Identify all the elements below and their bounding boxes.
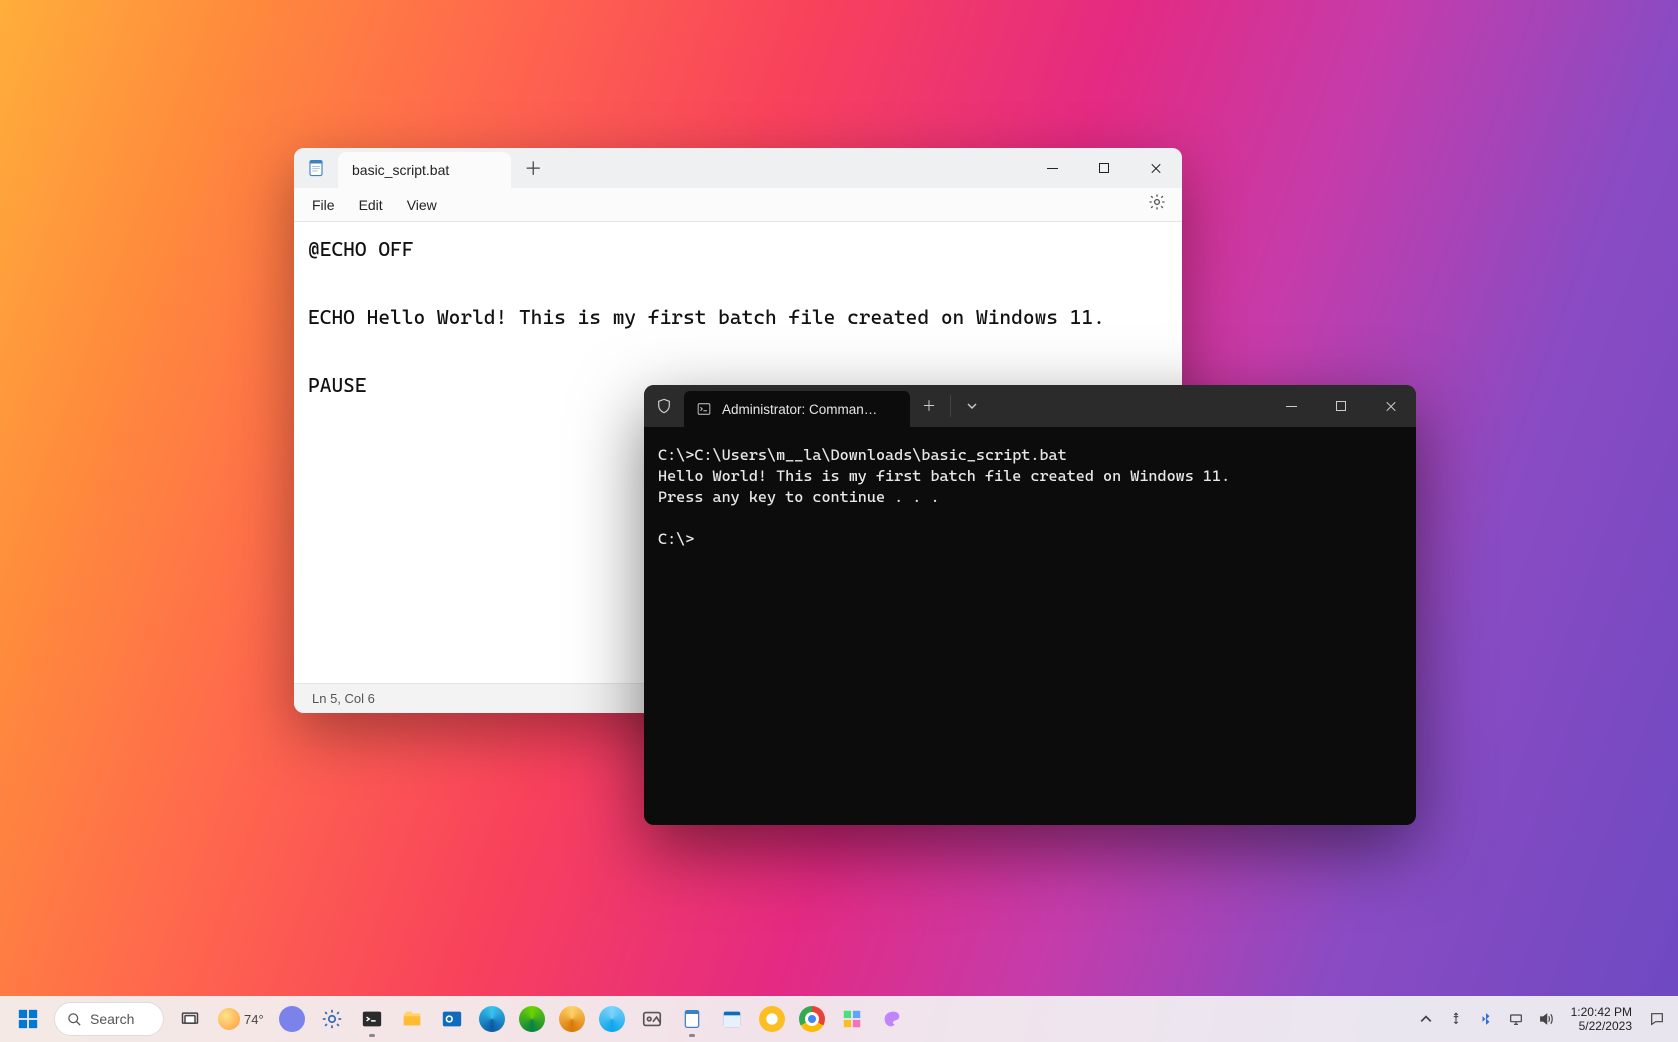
new-tab-button[interactable]: ＋ — [511, 148, 555, 188]
terminal-window: Administrator: Command Pro ＋ C:\>C:\User… — [644, 385, 1416, 825]
tray-bluetooth-icon[interactable] — [1473, 999, 1499, 1039]
tray-volume-icon[interactable] — [1533, 999, 1559, 1039]
taskbar: Search 74° 1:20:42 PM 5/22/2023 — [0, 996, 1678, 1042]
search-label: Search — [90, 1011, 134, 1027]
tab-dropdown-button[interactable] — [953, 385, 991, 427]
tray-notifications-icon[interactable] — [1644, 999, 1670, 1039]
settings-gear-icon[interactable] — [1138, 189, 1176, 220]
taskbar-app-explorer[interactable] — [392, 999, 432, 1039]
minimize-button[interactable] — [1266, 385, 1316, 427]
taskbar-app-snipping[interactable] — [632, 999, 672, 1039]
close-tab-icon[interactable] — [892, 405, 900, 413]
taskbar-app-terminal[interactable] — [352, 999, 392, 1039]
taskbar-app-misc1[interactable] — [832, 999, 872, 1039]
taskbar-app-calendar[interactable] — [712, 999, 752, 1039]
menu-edit[interactable]: Edit — [347, 193, 395, 217]
menu-view[interactable]: View — [395, 193, 449, 217]
cmd-icon — [696, 401, 712, 417]
weather-widget[interactable]: 74° — [210, 1008, 272, 1030]
notepad-tab[interactable]: basic_script.bat — [338, 152, 511, 188]
cursor-position: Ln 5, Col 6 — [312, 691, 375, 706]
taskbar-app-edge-canary[interactable] — [592, 999, 632, 1039]
maximize-button[interactable] — [1316, 385, 1366, 427]
close-tab-icon[interactable] — [489, 166, 497, 174]
taskbar-app-paint[interactable] — [872, 999, 912, 1039]
menu-file[interactable]: File — [300, 193, 347, 217]
notepad-tab-title: basic_script.bat — [352, 162, 449, 178]
taskbar-app-chat[interactable] — [272, 999, 312, 1039]
terminal-titlebar[interactable]: Administrator: Command Pro ＋ — [644, 385, 1416, 427]
tray-overflow-icon[interactable] — [1413, 999, 1439, 1039]
terminal-tab-title: Administrator: Command Pro — [722, 402, 882, 417]
terminal-output[interactable]: C:\>C:\Users\m__la\Downloads\basic_scrip… — [644, 427, 1416, 825]
taskbar-app-edge-beta[interactable] — [512, 999, 552, 1039]
clock-time: 1:20:42 PM — [1571, 1005, 1632, 1019]
titlebar-drag-region[interactable] — [555, 148, 1026, 188]
start-button[interactable] — [8, 999, 48, 1039]
maximize-button[interactable] — [1078, 148, 1130, 188]
notepad-app-icon — [294, 148, 338, 188]
close-window-button[interactable] — [1366, 385, 1416, 427]
tray-network-icon[interactable] — [1503, 999, 1529, 1039]
taskbar-app-edge-dev[interactable] — [552, 999, 592, 1039]
taskbar-app-settings[interactable] — [312, 999, 352, 1039]
close-window-button[interactable] — [1130, 148, 1182, 188]
shield-icon — [644, 385, 684, 427]
taskbar-app-outlook[interactable] — [432, 999, 472, 1039]
new-tab-button[interactable]: ＋ — [910, 385, 948, 427]
search-icon — [67, 1012, 82, 1027]
taskbar-app-notepad[interactable] — [672, 999, 712, 1039]
clock-date: 5/22/2023 — [1571, 1019, 1632, 1033]
system-tray: 1:20:42 PM 5/22/2023 — [1413, 999, 1670, 1039]
divider — [950, 395, 951, 417]
terminal-tab[interactable]: Administrator: Command Pro — [684, 391, 910, 427]
taskbar-clock[interactable]: 1:20:42 PM 5/22/2023 — [1563, 1005, 1640, 1034]
titlebar-drag-region[interactable] — [991, 385, 1266, 427]
taskbar-app-edge[interactable] — [472, 999, 512, 1039]
task-view-button[interactable] — [170, 999, 210, 1039]
notepad-titlebar[interactable]: basic_script.bat ＋ — [294, 148, 1182, 188]
minimize-button[interactable] — [1026, 148, 1078, 188]
sun-icon — [218, 1008, 240, 1030]
taskbar-app-chrome[interactable] — [792, 999, 832, 1039]
tray-usb-icon[interactable] — [1443, 999, 1469, 1039]
taskbar-search[interactable]: Search — [54, 1002, 164, 1036]
weather-temp: 74° — [244, 1012, 264, 1027]
taskbar-app-chrome-canary[interactable] — [752, 999, 792, 1039]
notepad-menubar: File Edit View — [294, 188, 1182, 222]
